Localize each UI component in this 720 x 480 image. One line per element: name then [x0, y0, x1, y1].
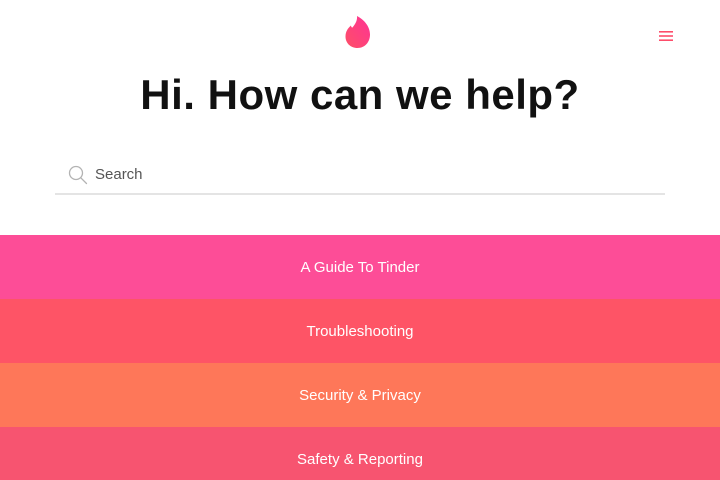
category-label: Security & Privacy: [299, 386, 421, 404]
header: [0, 0, 720, 64]
category-troubleshooting[interactable]: Troubleshooting: [0, 299, 720, 363]
category-label: A Guide To Tinder: [300, 258, 420, 276]
page-title: Hi. How can we help?: [140, 71, 580, 118]
category-label: Safety & Reporting: [297, 450, 423, 468]
flame-logo-icon[interactable]: [343, 15, 373, 49]
category-guide-to-tinder[interactable]: A Guide To Tinder: [0, 235, 720, 299]
search-input[interactable]: [95, 159, 655, 189]
category-security-privacy[interactable]: Security & Privacy: [0, 363, 720, 427]
category-safety-reporting[interactable]: Safety & Reporting: [0, 427, 720, 480]
search-icon: [67, 164, 89, 186]
help-center-page: Hi. How can we help? A Guide To Tinder T…: [0, 0, 720, 480]
search-bar: [55, 155, 665, 195]
hamburger-menu-icon[interactable]: [654, 24, 678, 48]
category-label: Troubleshooting: [306, 322, 414, 340]
